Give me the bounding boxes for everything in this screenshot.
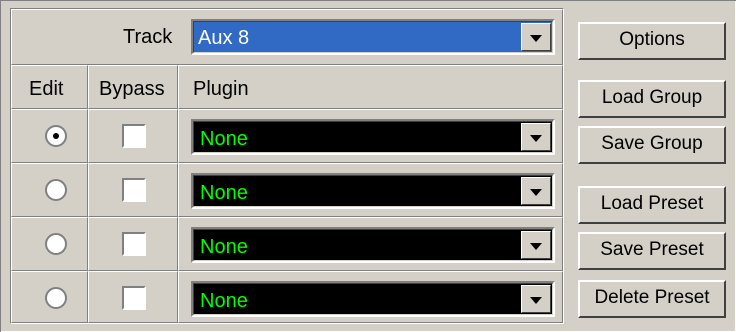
row-2-plugin-value: None (200, 182, 248, 204)
track-dropdown-button[interactable] (521, 23, 551, 51)
row-1-bypass-checkbox[interactable] (122, 124, 146, 148)
chevron-down-icon (530, 35, 542, 42)
row-3-plugin-field: None (193, 229, 553, 261)
chevron-down-icon (530, 135, 542, 142)
row-3-plugin-value: None (200, 236, 248, 258)
delete-preset-button[interactable]: Delete Preset (578, 280, 726, 318)
row-2-bypass-checkbox[interactable] (122, 178, 146, 202)
row-2-plugin-select[interactable]: None (191, 173, 555, 209)
save-group-button[interactable]: Save Group (578, 126, 726, 164)
row-4-edit-radio[interactable] (45, 287, 67, 309)
row-3-bypass-checkbox[interactable] (122, 232, 146, 256)
row-2-plugin-dropdown-button[interactable] (521, 177, 551, 205)
row-4-plugin-dropdown-button[interactable] (521, 285, 551, 313)
row-2-plugin-field: None (193, 175, 553, 207)
chevron-down-icon (530, 243, 542, 250)
row-4-plugin-select[interactable]: None (191, 281, 555, 317)
row-4-bypass-checkbox[interactable] (122, 286, 146, 310)
load-preset-button-label: Load Preset (600, 193, 704, 214)
track-label: Track (123, 26, 173, 48)
plugin-grid: Track Aux 8 Edit Bypass Plugin None None… (10, 8, 564, 324)
save-preset-button-label: Save Preset (600, 239, 704, 260)
options-button-label: Options (619, 29, 685, 50)
plugin-panel: Track Aux 8 Edit Bypass Plugin None None… (0, 0, 736, 332)
row-1-plugin-value: None (200, 128, 248, 150)
row-1-edit-radio[interactable] (45, 125, 67, 147)
row-2-edit-radio[interactable] (45, 179, 67, 201)
save-group-button-label: Save Group (601, 133, 703, 154)
header-edit: Edit (29, 78, 64, 100)
track-select-value: Aux 8 (198, 27, 250, 49)
row-4-plugin-value: None (200, 290, 248, 312)
load-group-button-label: Load Group (601, 87, 703, 108)
track-select[interactable]: Aux 8 (191, 19, 555, 55)
row-1-plugin-field: None (193, 121, 553, 153)
row-4-plugin-field: None (193, 283, 553, 315)
header-plugin: Plugin (193, 78, 249, 100)
radio-selected-dot (53, 133, 59, 139)
delete-preset-button-label: Delete Preset (594, 287, 710, 308)
row-1-plugin-select[interactable]: None (191, 119, 555, 155)
save-preset-button[interactable]: Save Preset (578, 232, 726, 270)
row-3-plugin-dropdown-button[interactable] (521, 231, 551, 259)
row-3-edit-radio[interactable] (45, 233, 67, 255)
chevron-down-icon (530, 189, 542, 196)
header-bypass: Bypass (99, 78, 165, 100)
load-group-button[interactable]: Load Group (578, 80, 726, 118)
load-preset-button[interactable]: Load Preset (578, 186, 726, 224)
row-3-plugin-select[interactable]: None (191, 227, 555, 263)
options-button[interactable]: Options (578, 22, 726, 60)
track-select-field: Aux 8 (193, 21, 553, 53)
chevron-down-icon (530, 297, 542, 304)
row-1-plugin-dropdown-button[interactable] (521, 123, 551, 151)
